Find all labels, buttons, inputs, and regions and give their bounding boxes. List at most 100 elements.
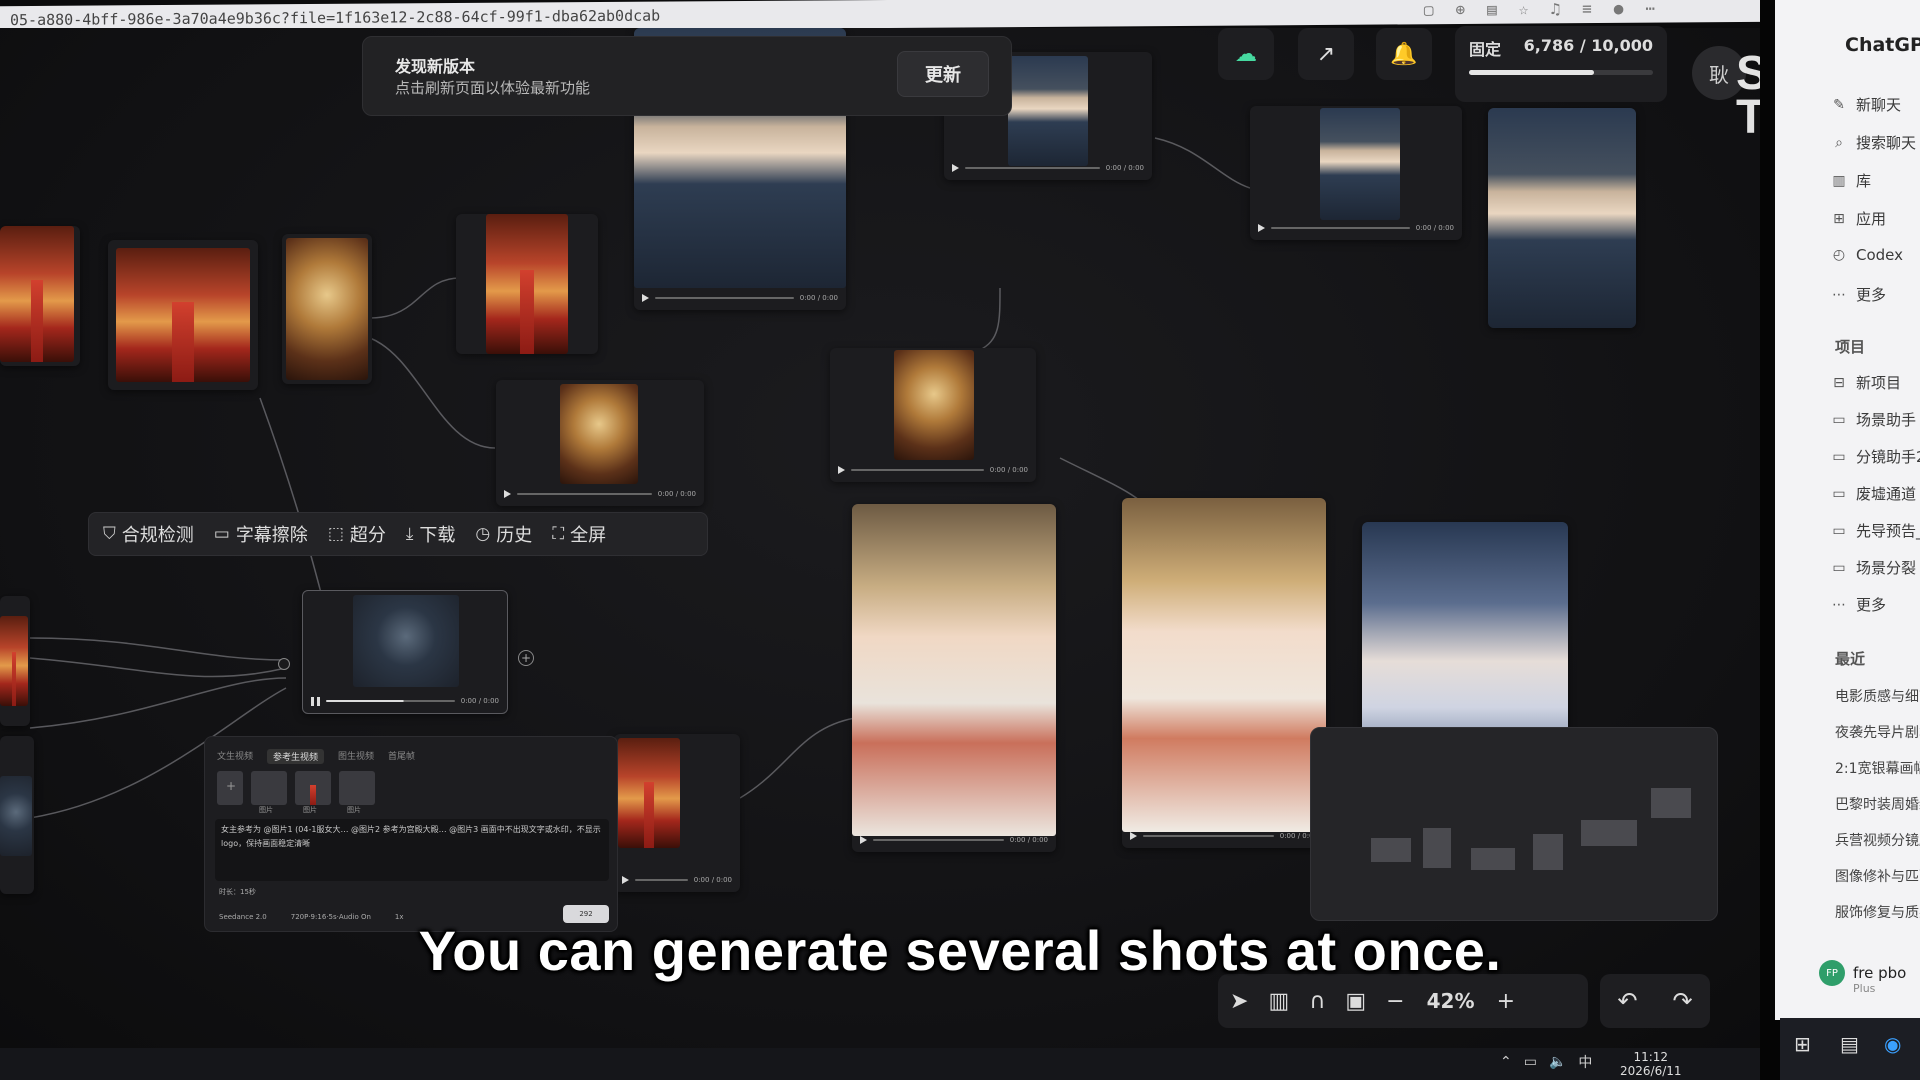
selected-video-node[interactable]: 0:00 / 0:00 <box>302 590 508 714</box>
reference-image[interactable]: 图片 <box>251 771 287 814</box>
pause-icon[interactable] <box>311 696 320 706</box>
video-controls[interactable]: 0:00 / 0:00 <box>311 695 499 707</box>
video-controls[interactable]: 0:00 / 0:00 <box>622 874 732 886</box>
reference-image[interactable]: 图片 <box>295 771 331 814</box>
reader-icon[interactable]: ▤ <box>1487 0 1497 19</box>
video-scrubber[interactable] <box>517 493 652 495</box>
sidebar-item-apps[interactable]: ⊞ 应用 <box>1831 208 1886 229</box>
notifications-button[interactable]: 🔔 <box>1376 28 1432 80</box>
map-icon[interactable]: ▥ <box>1268 989 1289 1014</box>
play-icon[interactable] <box>860 836 867 844</box>
tab-first-last-frame[interactable]: 首尾帧 <box>388 749 415 764</box>
layout-icon[interactable]: ▣ <box>1345 989 1366 1014</box>
video-node[interactable]: 0:00 / 0:00 <box>830 348 1036 482</box>
edge-icon[interactable]: ◉ <box>1884 1032 1901 1056</box>
sidebar-project[interactable]: ▭ 先导预告_ <box>1831 520 1920 541</box>
history-button[interactable]: ◷ 历史 <box>475 521 532 547</box>
video-node[interactable]: 0:00 / 0:00 <box>1122 498 1326 848</box>
video-controls[interactable]: 0:00 / 0:00 <box>952 162 1144 174</box>
video-scrubber[interactable] <box>873 839 1004 841</box>
sidebar-item-more[interactable]: ⋯ 更多 <box>1831 284 1886 305</box>
page-icon[interactable]: ▢ <box>1424 0 1434 19</box>
play-icon[interactable] <box>622 876 629 884</box>
recent-chat[interactable]: 兵营视频分镜脚本 <box>1835 830 1920 850</box>
sidebar-item-search[interactable]: ⌕ 搜索聊天 <box>1831 132 1916 153</box>
sidebar-project[interactable]: ▭ 废墟通道 <box>1831 483 1916 504</box>
zoom-in-icon[interactable]: + <box>1497 989 1515 1014</box>
recent-chat[interactable]: 夜袭先导片剧本 <box>1835 722 1920 742</box>
tab-image-to-video[interactable]: 图生视频 <box>338 749 374 764</box>
cloud-sync-button[interactable]: ☁ <box>1218 28 1274 80</box>
star-icon[interactable]: ☆ <box>1519 0 1529 19</box>
video-scrubber[interactable] <box>635 879 688 881</box>
video-controls[interactable]: 0:00 / 0:00 <box>642 292 838 304</box>
video-controls[interactable]: 0:00 / 0:00 <box>1130 830 1318 842</box>
windows-start-icon[interactable]: ⊞ <box>1794 1032 1811 1056</box>
upscale-button[interactable]: ⬚ 超分 <box>328 521 386 547</box>
sidebar-project[interactable]: ⊟ 新项目 <box>1831 372 1901 393</box>
undo-icon[interactable]: ↶ <box>1617 987 1637 1015</box>
video-node[interactable] <box>1362 522 1568 754</box>
image-node[interactable] <box>456 214 598 354</box>
tab-text-to-video[interactable]: 文生视频 <box>217 749 253 764</box>
sidebar-project[interactable]: ▭ 分镜助手2 <box>1831 446 1920 467</box>
redo-icon[interactable]: ↷ <box>1672 987 1692 1015</box>
video-scrubber[interactable] <box>326 700 455 702</box>
compliance-check-button[interactable]: ⛉ 合规检测 <box>103 521 194 547</box>
play-icon[interactable] <box>952 164 959 172</box>
video-scrubber[interactable] <box>1271 227 1410 229</box>
select-tool-icon[interactable]: ➤ <box>1230 989 1248 1014</box>
zoom-icon[interactable]: ⊕ <box>1456 0 1466 19</box>
video-node[interactable]: 0:00 / 0:00 <box>852 504 1056 852</box>
sidebar-project[interactable]: ▭ 场景助手 <box>1831 409 1916 430</box>
favorites-icon[interactable]: ≡ <box>1582 0 1592 18</box>
menu-dots-icon[interactable]: ⋯ <box>1645 0 1655 18</box>
tab-reference-to-video[interactable]: 参考生视频 <box>267 749 325 764</box>
user-profile[interactable]: FP fre pbo Plus <box>1819 960 1906 995</box>
video-node[interactable]: 0:00 / 0:00 <box>1250 106 1462 240</box>
recent-chat[interactable]: 服饰修复与质感 <box>1835 902 1920 922</box>
recent-chat[interactable]: 2:1宽银幕画幅 <box>1835 758 1920 778</box>
add-reference-button[interactable]: + <box>217 771 243 805</box>
sidebar-item-library[interactable]: ▥ 库 <box>1831 170 1871 191</box>
download-button[interactable]: ⤓ 下载 <box>406 521 456 547</box>
play-icon[interactable] <box>1258 224 1265 232</box>
add-connection-icon[interactable]: + <box>518 650 534 666</box>
recent-chat[interactable]: 巴黎时装周婚纱 <box>1835 794 1920 814</box>
recent-chat[interactable]: 电影质感与细节 <box>1835 686 1920 706</box>
image-node[interactable] <box>108 240 258 390</box>
video-node[interactable]: 0:00 / 0:00 <box>614 734 740 892</box>
video-scrubber[interactable] <box>655 297 794 299</box>
video-controls[interactable]: 0:00 / 0:00 <box>860 834 1048 846</box>
video-scrubber[interactable] <box>851 469 984 471</box>
taskbar-clock[interactable]: 11:12 2026/6/11 <box>1620 1050 1682 1078</box>
task-view-icon[interactable]: ▤ <box>1840 1032 1859 1056</box>
canvas-minimap[interactable] <box>1310 727 1718 921</box>
fullscreen-button[interactable]: ⛶ 全屏 <box>552 521 606 547</box>
play-icon[interactable] <box>1130 832 1137 840</box>
volume-icon[interactable]: 🔈 <box>1549 1054 1566 1070</box>
extension-icon[interactable]: ♫ <box>1550 0 1560 18</box>
sidebar-project-more[interactable]: ⋯ 更多 <box>1831 594 1886 615</box>
share-button[interactable]: ↗ <box>1298 28 1354 80</box>
ime-indicator[interactable]: 中 <box>1578 1052 1592 1072</box>
video-node[interactable] <box>0 596 30 726</box>
image-node[interactable] <box>282 234 372 384</box>
sidebar-item-new-chat[interactable]: ✎ 新聊天 <box>1831 94 1901 115</box>
input-port-icon[interactable] <box>278 658 290 670</box>
video-controls[interactable]: 0:00 / 0:00 <box>504 488 696 500</box>
update-button[interactable]: 更新 <box>897 51 989 97</box>
prompt-input[interactable]: 女主参考为 @图片1 (04-1服女大… @图片2 参考为宫殿大殿… @图片3 … <box>215 819 609 881</box>
video-scrubber[interactable] <box>1143 835 1274 837</box>
sidebar-item-codex[interactable]: ◴ Codex <box>1831 246 1903 264</box>
video-controls[interactable]: 0:00 / 0:00 <box>838 464 1028 476</box>
play-icon[interactable] <box>838 466 845 474</box>
subtitle-erase-button[interactable]: ▭ 字幕擦除 <box>214 521 308 547</box>
chevron-up-icon[interactable]: ⌃ <box>1500 1054 1512 1070</box>
reference-image[interactable]: 图片 <box>339 771 375 814</box>
zoom-out-icon[interactable]: − <box>1386 989 1404 1014</box>
play-icon[interactable] <box>642 294 649 302</box>
recent-chat[interactable]: 图像修补与匹配 <box>1835 866 1920 886</box>
profile-icon[interactable]: ● <box>1614 0 1624 18</box>
video-controls[interactable]: 0:00 / 0:00 <box>1258 222 1454 234</box>
